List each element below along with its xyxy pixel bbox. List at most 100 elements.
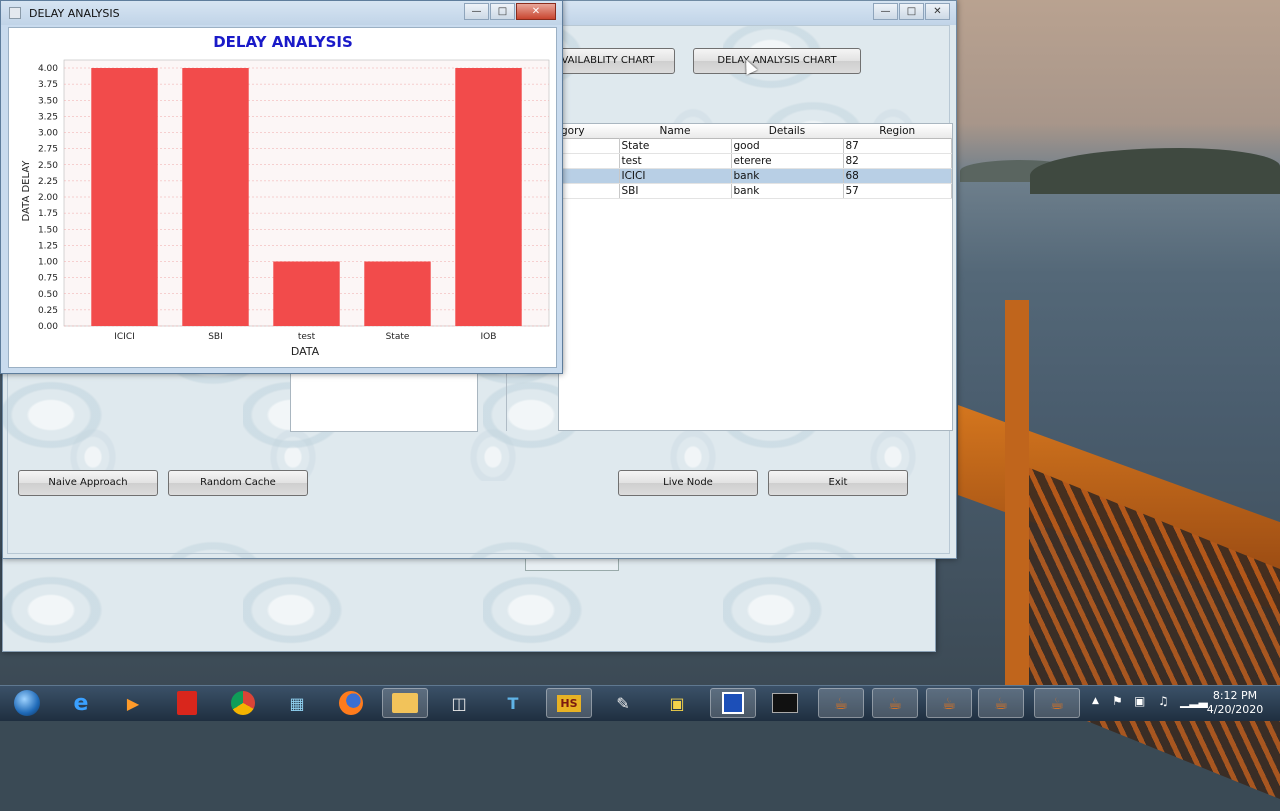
table-header-row: gory Name Details Region <box>559 124 952 139</box>
random-cache-button[interactable]: Random Cache <box>168 470 308 496</box>
java-app-2-icon[interactable]: ☕ <box>872 688 918 718</box>
delay-analysis-window: DELAY ANALYSIS — □ ✕ DELAY ANALYSIS 0.00… <box>0 0 563 374</box>
column-header-details[interactable]: Details <box>731 124 843 139</box>
maximize-icon[interactable]: □ <box>899 3 924 20</box>
delay-window-titlebar[interactable]: DELAY ANALYSIS — □ ✕ <box>1 1 562 25</box>
y-tick-label: 2.75 <box>38 145 58 155</box>
wallpaper-island <box>1030 148 1280 194</box>
delay-analysis-chart-button[interactable]: DELAY ANALYSIS CHART <box>693 48 861 74</box>
main-window-controls: — □ ✕ <box>872 3 950 20</box>
table-row-selected[interactable]: ICICI bank 68 <box>559 168 952 184</box>
bar-test <box>273 261 340 326</box>
internet-explorer-icon[interactable]: e <box>58 688 104 718</box>
cmd-icon[interactable] <box>762 688 808 718</box>
column-header-region[interactable]: Region <box>843 124 952 139</box>
delay-window-title: DELAY ANALYSIS <box>29 7 120 20</box>
y-tick-label: 3.50 <box>38 96 58 106</box>
clock-date: 4/20/2020 <box>1206 703 1264 716</box>
y-tick-label: 0.25 <box>38 306 58 316</box>
folder-icon-shape <box>392 693 418 713</box>
table-cell: ICICI <box>619 168 732 184</box>
notes-app-icon[interactable]: ▦ <box>274 688 320 718</box>
java-app-1-icon[interactable]: ☕ <box>818 688 864 718</box>
windows-logo-icon <box>14 690 40 716</box>
clock-time: 8:12 PM <box>1212 689 1258 702</box>
cmd-window-shape <box>772 693 798 713</box>
y-tick-label: 0.75 <box>38 274 58 284</box>
x-tick-label: ICICI <box>114 332 135 342</box>
y-tick-label: 3.75 <box>38 80 58 90</box>
data-table-panel: gory Name Details Region State good 87 t… <box>558 123 953 431</box>
python-icon[interactable]: ▣ <box>654 688 700 718</box>
empty-list-panel <box>290 371 478 432</box>
exit-button[interactable]: Exit <box>768 470 908 496</box>
bar-icici <box>91 68 158 326</box>
firefox-icon-shape <box>339 691 363 715</box>
x-tick-label: State <box>386 332 410 342</box>
chrome-icon[interactable] <box>220 688 266 718</box>
y-tick-label: 4.00 <box>38 64 58 74</box>
y-tick-label: 2.25 <box>38 177 58 187</box>
minimize-icon[interactable]: — <box>873 3 898 20</box>
live-node-button[interactable]: Live Node <box>618 470 758 496</box>
wallpaper-bridge-tower <box>1005 300 1029 685</box>
table-cell: 82 <box>843 153 952 169</box>
firefox-icon[interactable] <box>328 688 374 718</box>
bar-state <box>364 261 431 326</box>
chart-title: DELAY ANALYSIS <box>213 33 353 51</box>
app-window-icon[interactable] <box>710 688 756 718</box>
tray-volume-icon[interactable]: ♫ <box>1158 694 1169 708</box>
column-header-name[interactable]: Name <box>619 124 731 139</box>
column-header-category[interactable]: gory <box>559 124 619 139</box>
x-axis-label: DATA <box>291 345 320 358</box>
table-row[interactable]: State good 87 <box>559 138 952 154</box>
start-button[interactable] <box>2 688 52 718</box>
y-tick-label: 1.25 <box>38 241 58 251</box>
bar-iob <box>455 68 522 326</box>
table-cell: bank <box>731 183 844 199</box>
table-left-divider <box>506 371 507 431</box>
hs-app-icon[interactable]: HS <box>546 688 592 718</box>
chart-panel: DELAY ANALYSIS 0.00 0.25 0.50 0.75 1.00 1.25 1… <box>8 27 557 368</box>
file-explorer-icon[interactable] <box>382 688 428 718</box>
table-cell: test <box>619 153 732 169</box>
table-cell: 87 <box>843 138 952 154</box>
table-cell <box>559 168 620 184</box>
paint-app-icon[interactable]: ✎ <box>600 688 646 718</box>
media-player-icon[interactable]: ▶ <box>110 688 156 718</box>
table-cell: 57 <box>843 183 952 199</box>
tray-show-hidden-icon[interactable]: ▲ <box>1092 696 1099 706</box>
x-tick-label: test <box>298 332 316 342</box>
y-axis-label: DATA DELAY <box>21 160 32 222</box>
java-app-5-icon[interactable]: ☕ <box>1034 688 1080 718</box>
table-cell: State <box>619 138 732 154</box>
java-app-icon <box>9 7 21 19</box>
close-icon[interactable]: ✕ <box>516 3 556 20</box>
table-row[interactable]: test eterere 82 <box>559 153 952 169</box>
hs-icon-label: HS <box>557 694 581 712</box>
java-app-3-icon[interactable]: ☕ <box>926 688 972 718</box>
table-cell: good <box>731 138 844 154</box>
table-row[interactable]: SBI bank 57 <box>559 183 952 199</box>
minimize-icon[interactable]: — <box>464 3 489 20</box>
tray-monitor-icon[interactable]: ▣ <box>1134 694 1145 708</box>
table-cell <box>559 138 620 154</box>
delay-window-controls: — □ ✕ <box>463 3 556 20</box>
y-tick-label: 3.25 <box>38 112 58 122</box>
tray-flag-icon[interactable]: ⚑ <box>1112 694 1123 708</box>
tray-clock[interactable]: 8:12 PM 4/20/2020 <box>1200 689 1270 717</box>
access-app-icon[interactable]: ◫ <box>436 688 482 718</box>
pdf-reader-icon[interactable] <box>164 688 210 718</box>
tool-app-icon[interactable]: T <box>490 688 536 718</box>
java-app-4-icon[interactable]: ☕ <box>978 688 1024 718</box>
delay-bar-chart: DELAY ANALYSIS 0.00 0.25 0.50 0.75 1.00 1.25 1… <box>21 33 550 358</box>
close-icon[interactable]: ✕ <box>925 3 950 20</box>
table-cell: 68 <box>843 168 952 184</box>
table-cell: bank <box>731 168 844 184</box>
table-cell <box>559 183 620 199</box>
naive-approach-button[interactable]: Naive Approach <box>18 470 158 496</box>
data-table: gory Name Details Region State good 87 t… <box>559 124 952 199</box>
pdf-icon-shape <box>177 691 197 715</box>
chrome-icon-shape <box>231 691 255 715</box>
maximize-icon[interactable]: □ <box>490 3 515 20</box>
